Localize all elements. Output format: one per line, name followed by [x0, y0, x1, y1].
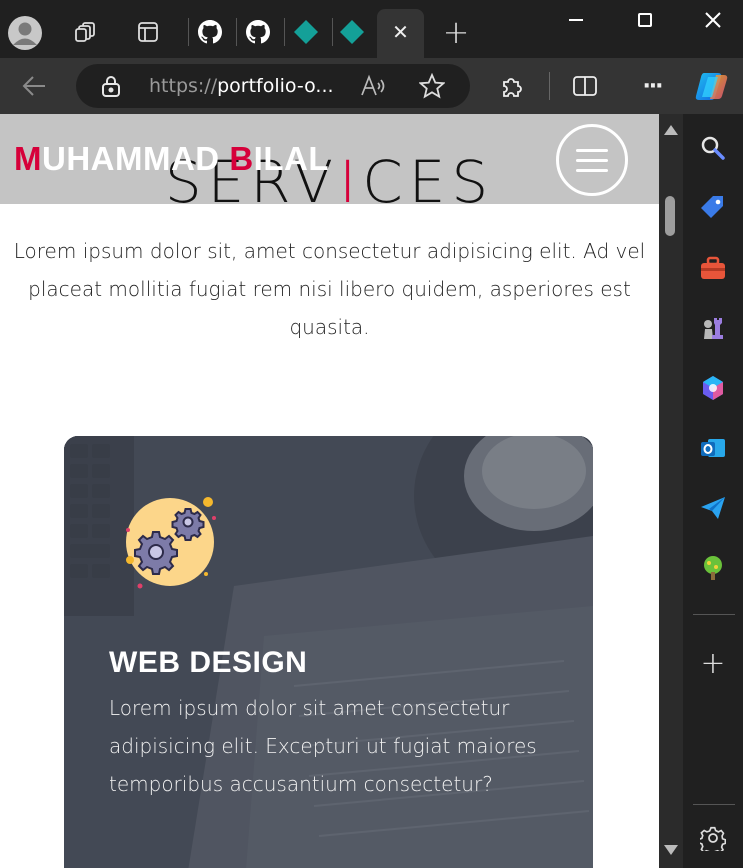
- chess-games-icon: [704, 318, 723, 339]
- copilot-icon: [695, 73, 728, 100]
- service-description: Lorem ipsum dolor sit amet consectetur a…: [109, 696, 537, 796]
- page-viewport: SERVICES MUHAMMAD BILAL Lorem ipsum dolo…: [0, 114, 659, 868]
- profile-avatar-icon[interactable]: [5, 13, 45, 53]
- split-screen-icon: [573, 76, 597, 96]
- maximize-button[interactable]: [610, 0, 680, 40]
- maximize-icon: [638, 13, 652, 27]
- scroll-down-arrow-icon[interactable]: [664, 845, 678, 855]
- netlify-icon: [340, 20, 364, 44]
- close-icon: [705, 12, 721, 28]
- settings-gear-icon: [700, 826, 726, 851]
- new-tab-button[interactable]: +: [436, 10, 476, 54]
- sidebar-search[interactable]: [695, 130, 731, 166]
- sidebar-settings[interactable]: [695, 820, 731, 856]
- github-icon: [246, 20, 270, 44]
- tab-strip: ✕ +: [0, 0, 743, 58]
- sidebar-outlook[interactable]: [695, 430, 731, 466]
- sidebar-divider: [693, 804, 735, 805]
- tab-netlify-2[interactable]: [332, 12, 372, 52]
- sidebar-tools[interactable]: [695, 250, 731, 286]
- service-card-web-design: WEB DESIGN Lorem ipsum dolor sit amet co…: [64, 436, 593, 868]
- url-text[interactable]: https://portfolio-o...: [149, 64, 334, 108]
- puzzle-icon: [503, 78, 522, 97]
- tab-divider: [236, 18, 237, 46]
- scroll-up-arrow-icon[interactable]: [664, 125, 678, 135]
- more-options-button[interactable]: ···: [632, 66, 672, 106]
- tab-netlify-1[interactable]: [286, 12, 326, 52]
- split-screen-button[interactable]: [565, 66, 605, 106]
- copilot-button[interactable]: [693, 66, 733, 106]
- tab-actions-icon[interactable]: [128, 12, 168, 52]
- sidebar-tree[interactable]: [695, 550, 731, 586]
- address-bar[interactable]: https://portfolio-o...: [76, 64, 470, 108]
- minimize-icon: [569, 19, 583, 21]
- sidebar-games[interactable]: [695, 310, 731, 346]
- scrollbar-thumb[interactable]: [665, 196, 675, 236]
- service-title: WEB DESIGN: [109, 646, 308, 679]
- sidebar-copilot[interactable]: [695, 370, 731, 406]
- edge-sidebar: +: [683, 114, 743, 868]
- sidebar-add-button[interactable]: +: [695, 646, 731, 682]
- gears-icon: [126, 497, 216, 589]
- netlify-icon: [294, 20, 318, 44]
- site-header: SERVICES MUHAMMAD BILAL: [0, 114, 659, 204]
- tab-active[interactable]: ✕: [377, 9, 424, 58]
- extensions-button[interactable]: [493, 66, 533, 106]
- close-window-button[interactable]: [678, 0, 743, 40]
- send-plane-icon: [701, 497, 725, 519]
- toolbar-divider: [549, 72, 550, 100]
- lock-icon[interactable]: [100, 74, 122, 102]
- read-aloud-icon[interactable]: [360, 74, 388, 102]
- tab-divider: [284, 18, 285, 46]
- workspaces-icon[interactable]: [66, 12, 106, 52]
- tree-icon: [704, 556, 722, 580]
- github-icon: [198, 20, 222, 44]
- search-icon: [701, 136, 725, 160]
- more-icon: ···: [642, 73, 663, 99]
- tab-github-2[interactable]: [238, 12, 278, 52]
- tab-github-1[interactable]: [190, 12, 230, 52]
- services-intro: Lorem ipsum dolor sit, amet consectetur …: [13, 239, 646, 339]
- brand-logo[interactable]: MUHAMMAD BILAL: [14, 140, 329, 178]
- tab-divider: [188, 18, 189, 46]
- page-scrollbar[interactable]: [659, 114, 683, 868]
- sidebar-divider: [693, 614, 735, 615]
- back-arrow-icon: [22, 76, 45, 96]
- outlook-icon: [701, 439, 725, 457]
- add-icon: +: [700, 646, 726, 681]
- minimize-button[interactable]: [541, 0, 611, 40]
- toolbox-icon: [701, 256, 725, 279]
- browser-toolbar: https://portfolio-o... ···: [0, 58, 743, 114]
- close-tab-icon[interactable]: ✕: [377, 9, 424, 55]
- m365-copilot-icon: [703, 376, 723, 400]
- sidebar-shopping[interactable]: [695, 190, 731, 226]
- shopping-tag-icon: [701, 196, 723, 218]
- hamburger-menu-button[interactable]: [556, 124, 628, 196]
- favorite-star-icon[interactable]: [418, 72, 446, 103]
- sidebar-drop[interactable]: [695, 490, 731, 526]
- back-button[interactable]: [14, 66, 54, 106]
